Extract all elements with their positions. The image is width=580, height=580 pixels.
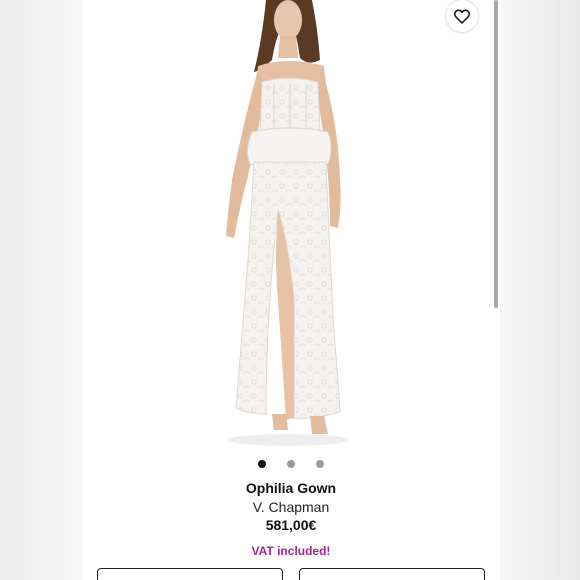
- scrollbar[interactable]: [494, 0, 498, 308]
- size-select-button[interactable]: [97, 568, 283, 580]
- wishlist-button[interactable]: [446, 0, 478, 32]
- product-brand[interactable]: V. Chapman: [82, 498, 500, 516]
- add-to-bag-button[interactable]: [299, 568, 485, 580]
- vat-note: VAT included!: [251, 544, 331, 558]
- product-image[interactable]: [82, 0, 500, 450]
- right-margin: [500, 0, 580, 580]
- gallery-dot-2[interactable]: [287, 460, 295, 468]
- gallery-dot-1[interactable]: [258, 460, 266, 468]
- left-margin: [0, 0, 82, 580]
- product-info: Ophilia Gown V. Chapman 581,00€ VAT incl…: [82, 478, 500, 559]
- gallery-dot-3[interactable]: [316, 460, 324, 468]
- product-price: 581,00€: [265, 517, 317, 533]
- phone-screen: Ophilia Gown V. Chapman 581,00€ VAT incl…: [82, 0, 500, 580]
- gown-illustration: [226, 0, 348, 446]
- heart-icon: [454, 9, 470, 24]
- product-name: Ophilia Gown: [245, 480, 337, 496]
- photo-frame: Ophilia Gown V. Chapman 581,00€ VAT incl…: [0, 0, 580, 580]
- gallery-pagination: [82, 460, 500, 468]
